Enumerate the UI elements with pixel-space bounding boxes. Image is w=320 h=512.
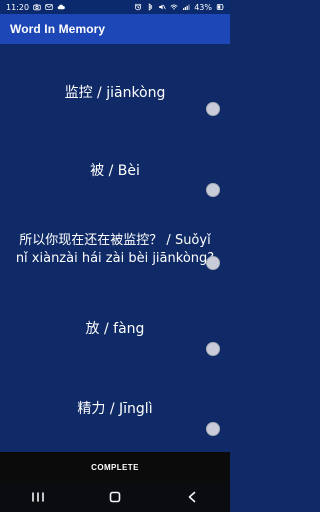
bluetooth-icon xyxy=(146,3,154,11)
word-toggle[interactable] xyxy=(206,422,220,436)
word-item[interactable]: 被 / Bèi xyxy=(0,162,230,197)
status-bar: 11:20 43% xyxy=(0,0,230,14)
status-right: 43% xyxy=(134,3,224,12)
word-item[interactable]: 精力 / Jīnglì xyxy=(0,400,230,436)
battery-text: 43% xyxy=(194,2,212,12)
app-title: Word In Memory xyxy=(10,22,106,36)
mail-icon xyxy=(45,3,53,11)
battery-icon xyxy=(216,3,224,11)
word-item[interactable]: 放 / fàng xyxy=(0,320,230,356)
word-item[interactable]: 所以你现在还在被监控？ / Suǒyǐ nǐ xiànzài hái zài b… xyxy=(0,232,230,270)
status-left: 11:20 xyxy=(6,3,65,12)
word-text: 精力 / Jīnglì xyxy=(77,401,153,417)
mute-icon xyxy=(158,3,166,11)
back-icon[interactable] xyxy=(179,488,205,506)
word-toggle[interactable] xyxy=(206,102,220,116)
camera-icon xyxy=(33,3,41,11)
word-text: 所以你现在还在被监控？ / Suǒyǐ nǐ xiànzài hái zài b… xyxy=(15,233,215,266)
complete-button[interactable]: COMPLETE xyxy=(0,452,230,482)
word-item[interactable]: 监控 / jiānkòng xyxy=(0,84,230,116)
system-nav-bar xyxy=(0,482,230,512)
status-time: 11:20 xyxy=(6,2,30,12)
word-text: 放 / fàng xyxy=(85,321,145,337)
wifi-icon xyxy=(170,3,178,11)
signal-icon xyxy=(182,3,190,11)
app-bar: Word In Memory xyxy=(0,14,230,44)
complete-label: COMPLETE xyxy=(91,462,139,472)
home-icon[interactable] xyxy=(102,488,128,506)
recents-icon[interactable] xyxy=(25,488,51,506)
word-text: 被 / Bèi xyxy=(90,163,140,179)
alarm-icon xyxy=(134,3,142,11)
word-toggle[interactable] xyxy=(206,342,220,356)
word-list: 监控 / jiānkòng 被 / Bèi 所以你现在还在被监控？ / Suǒy… xyxy=(0,44,230,452)
screen: 11:20 43% Word In Memory 监控 / jiānkòng 被… xyxy=(0,0,230,512)
word-toggle[interactable] xyxy=(206,256,220,270)
cloud-icon xyxy=(57,3,65,11)
word-text: 监控 / jiānkòng xyxy=(64,85,166,101)
word-toggle[interactable] xyxy=(206,183,220,197)
